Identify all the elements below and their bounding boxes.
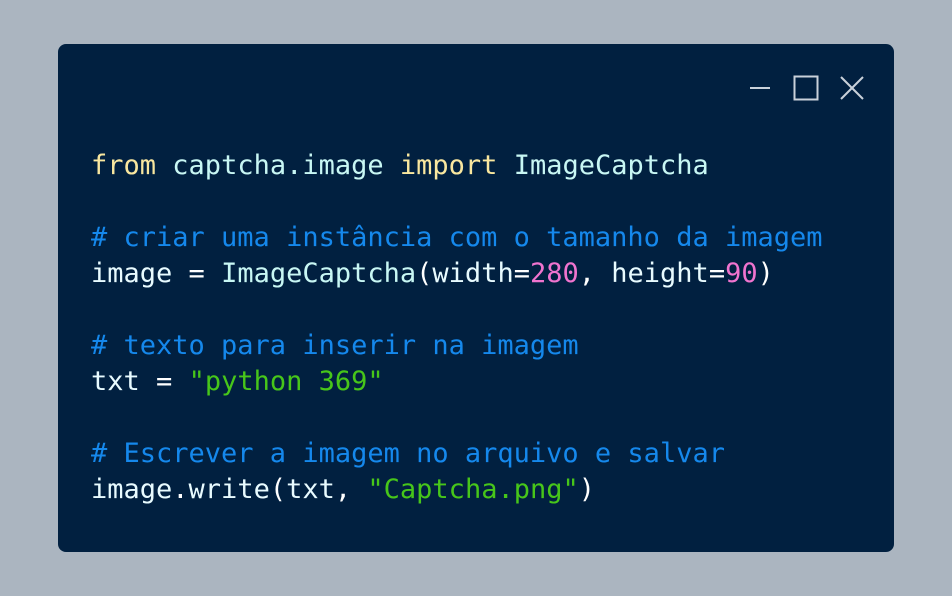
code-line: # criar uma instância com o tamanho da i… — [91, 220, 823, 256]
operator: = — [708, 258, 726, 289]
code-line: # texto para inserir na imagem — [91, 328, 823, 364]
operator: = — [188, 258, 205, 289]
paren: ( — [269, 474, 287, 505]
window-controls — [744, 74, 868, 102]
paren: ) — [578, 474, 595, 505]
paren: ) — [757, 258, 774, 289]
string-literal: "python 369" — [188, 366, 384, 397]
class-name: ImageCaptcha — [513, 150, 709, 181]
variable: image — [91, 258, 173, 289]
minimize-icon — [750, 87, 770, 89]
comment: # criar uma instância com o tamanho da i… — [91, 222, 823, 253]
string-literal: "Captcha.png" — [367, 474, 579, 505]
paren: ( — [416, 258, 433, 289]
dot: . — [172, 474, 189, 505]
variable: txt — [91, 366, 140, 397]
comment: # texto para inserir na imagem — [91, 330, 579, 361]
operator: = — [513, 258, 530, 289]
code-line: txt = "python 369" — [91, 364, 823, 400]
object-name: image — [91, 474, 173, 505]
module-name: captcha.image — [172, 150, 384, 181]
code-window: from captcha.image import ImageCaptcha # … — [58, 44, 894, 552]
argument-name: height — [611, 258, 709, 289]
number-literal: 280 — [529, 258, 579, 289]
code-line: image.write(txt, "Captcha.png") — [91, 472, 823, 508]
close-icon — [840, 76, 864, 100]
close-button[interactable] — [836, 74, 868, 102]
maximize-button[interactable] — [790, 74, 822, 102]
comma: , — [334, 474, 352, 505]
comment: # Escrever a imagem no arquivo e salvar — [91, 438, 725, 469]
maximize-icon — [793, 75, 819, 101]
operator: = — [156, 366, 173, 397]
argument: txt — [286, 474, 335, 505]
comma: , — [578, 258, 596, 289]
argument-name: width — [432, 258, 514, 289]
code-line: image = ImageCaptcha(width=280, height=9… — [91, 256, 823, 292]
method-name: write — [188, 474, 270, 505]
keyword-from: from — [91, 150, 157, 181]
class-name: ImageCaptcha — [221, 258, 417, 289]
number-literal: 90 — [725, 258, 758, 289]
code-block: from captcha.image import ImageCaptcha # … — [91, 148, 823, 508]
code-line: from captcha.image import ImageCaptcha — [91, 148, 823, 184]
code-line: # Escrever a imagem no arquivo e salvar — [91, 436, 823, 472]
keyword-import: import — [399, 150, 498, 181]
minimize-button[interactable] — [744, 74, 776, 102]
